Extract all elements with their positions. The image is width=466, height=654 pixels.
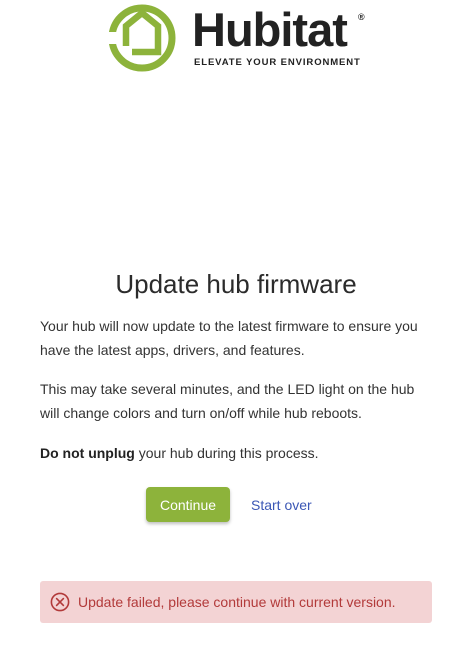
logo-registered-mark: ® [358, 12, 365, 22]
error-circle-x-icon [50, 592, 70, 612]
error-alert-message: Update failed, please continue with curr… [78, 594, 396, 610]
page-title: Update hub firmware [115, 269, 357, 299]
update-description: Your hub will now update to the latest f… [40, 318, 418, 358]
unplug-warning-bold: Do not unplug [40, 445, 135, 461]
error-alert: Update failed, please continue with curr… [40, 581, 432, 623]
hubitat-logo: Hubitat ® ELEVATE YOUR ENVIRONMENT [104, 2, 368, 72]
reboot-notice: This may take several minutes, and the L… [40, 381, 415, 421]
unplug-warning: Do not unplug your hub during this proce… [40, 441, 430, 465]
continue-button[interactable]: Continue [146, 487, 230, 522]
hubitat-house-logo-icon [106, 4, 176, 72]
unplug-warning-text: your hub during this process. [134, 445, 319, 461]
logo-wordmark: Hubitat [192, 3, 348, 56]
logo-tagline: ELEVATE YOUR ENVIRONMENT [194, 57, 361, 68]
start-over-link[interactable]: Start over [251, 497, 312, 513]
